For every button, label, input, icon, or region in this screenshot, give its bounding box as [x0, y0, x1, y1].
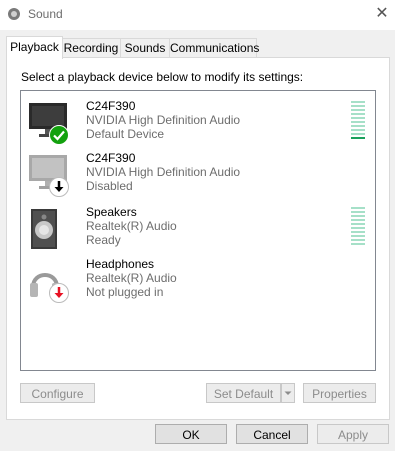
- properties-button[interactable]: Properties: [303, 383, 376, 403]
- device-status: Default Device: [86, 127, 165, 141]
- device-name: C24F390: [86, 99, 136, 113]
- volume-meter: [351, 207, 365, 247]
- close-button[interactable]: ✕: [370, 3, 394, 25]
- chevron-down-icon: [284, 391, 292, 395]
- device-driver: Realtek(R) Audio: [86, 219, 177, 233]
- device-name: Headphones: [86, 257, 155, 271]
- device-item[interactable]: Headphones Realtek(R) Audio Not plugged …: [21, 257, 375, 309]
- device-status: Ready: [86, 233, 121, 247]
- ok-button[interactable]: OK: [155, 424, 227, 444]
- close-icon: ✕: [375, 5, 389, 22]
- check-badge-icon: [49, 125, 69, 145]
- device-item[interactable]: Speakers Realtek(R) Audio Ready: [21, 205, 375, 257]
- set-default-dropdown[interactable]: [281, 383, 295, 403]
- device-name: C24F390: [86, 151, 136, 165]
- tab-sounds[interactable]: Sounds: [120, 38, 170, 57]
- speaker-icon: [31, 209, 57, 249]
- set-default-button[interactable]: Set Default: [206, 383, 281, 403]
- device-list[interactable]: C24F390 NVIDIA High Definition Audio Def…: [20, 90, 376, 371]
- cancel-button[interactable]: Cancel: [236, 424, 308, 444]
- device-driver: Realtek(R) Audio: [86, 271, 177, 285]
- device-driver: NVIDIA High Definition Audio: [86, 165, 241, 179]
- device-status: Not plugged in: [86, 285, 164, 299]
- tab-playback[interactable]: Playback: [6, 36, 63, 59]
- device-item[interactable]: C24F390 NVIDIA High Definition Audio Dis…: [21, 151, 375, 203]
- apply-button[interactable]: Apply: [317, 424, 389, 444]
- down-arrow-badge-icon: [49, 177, 69, 197]
- tab-label: Recording: [63, 41, 119, 55]
- volume-meter: [351, 101, 365, 141]
- down-arrow-badge-icon: [49, 283, 69, 303]
- tab-label: Communications: [170, 41, 260, 55]
- tab-label: Sounds: [124, 41, 166, 55]
- tab-communications[interactable]: Communications: [169, 38, 260, 57]
- tab-label: Playback: [10, 40, 59, 54]
- playback-panel: Select a playback device below to modify…: [6, 57, 390, 420]
- tab-recording[interactable]: Recording: [61, 38, 121, 57]
- instruction-text: Select a playback device below to modify…: [21, 70, 304, 84]
- device-name: Speakers: [86, 205, 137, 219]
- configure-button[interactable]: Configure: [20, 383, 95, 403]
- device-status: Disabled: [86, 179, 133, 193]
- sound-app-icon: [8, 8, 20, 20]
- window-title: Sound: [28, 7, 63, 21]
- title-bar: Sound ✕: [0, 0, 395, 30]
- device-driver: NVIDIA High Definition Audio: [86, 113, 241, 127]
- device-item[interactable]: C24F390 NVIDIA High Definition Audio Def…: [21, 99, 375, 151]
